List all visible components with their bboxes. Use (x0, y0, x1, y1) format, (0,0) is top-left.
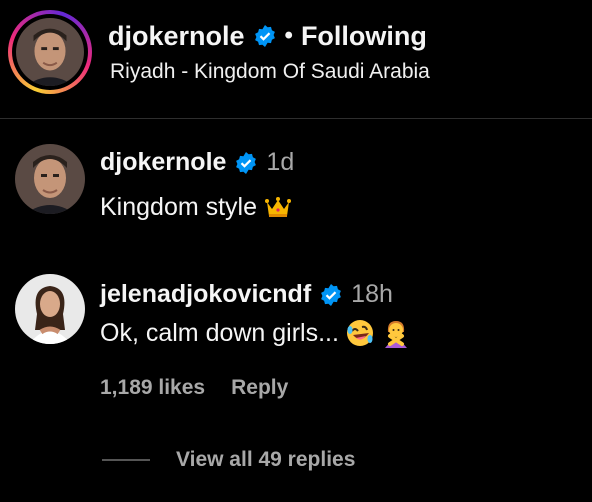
story-avatar[interactable] (8, 10, 92, 94)
location-link[interactable]: Riyadh - Kingdom Of Saudi Arabia (110, 60, 430, 84)
divider (102, 459, 150, 461)
likes-count[interactable]: 1,189 likes (100, 376, 205, 400)
comment-meta: 1,189 likes Reply (100, 376, 288, 400)
comment-username[interactable]: jelenadjokovicndf (100, 280, 311, 309)
comment-time: 18h (351, 280, 393, 308)
verified-badge-icon (319, 283, 343, 307)
person-gesturing-no-emoji-icon (381, 318, 411, 348)
avatar[interactable] (15, 274, 85, 344)
view-replies-button[interactable]: View all 49 replies (102, 448, 355, 472)
comment-username[interactable]: djokernole (100, 148, 226, 177)
view-replies-label[interactable]: View all 49 replies (176, 448, 355, 472)
comment-text: Kingdom style (100, 192, 258, 221)
comment-text-row: Kingdom style (100, 192, 293, 222)
comment-header: jelenadjokovicndf 18h (100, 280, 393, 309)
separator-dot: • (284, 22, 293, 49)
avatar[interactable] (15, 144, 85, 214)
divider (0, 118, 592, 119)
verified-badge-icon (234, 151, 258, 175)
reply-button[interactable]: Reply (231, 376, 288, 400)
post-header: djokernole • Following Riyadh - Kingdom … (0, 0, 592, 118)
comment-text: Ok, calm down girls... (100, 318, 339, 347)
verified-badge-icon (253, 24, 277, 48)
comment-time: 1d (266, 148, 295, 176)
comment-text-row: Ok, calm down girls... (100, 318, 411, 348)
header-title-row: djokernole • Following (108, 18, 427, 54)
following-button[interactable]: Following (301, 21, 427, 52)
header-username[interactable]: djokernole (108, 21, 245, 52)
crown-emoji-icon (263, 192, 293, 222)
rolling-on-floor-laughing-emoji-icon (345, 318, 375, 348)
comment-header: djokernole 1d (100, 148, 294, 177)
avatar (16, 18, 84, 86)
